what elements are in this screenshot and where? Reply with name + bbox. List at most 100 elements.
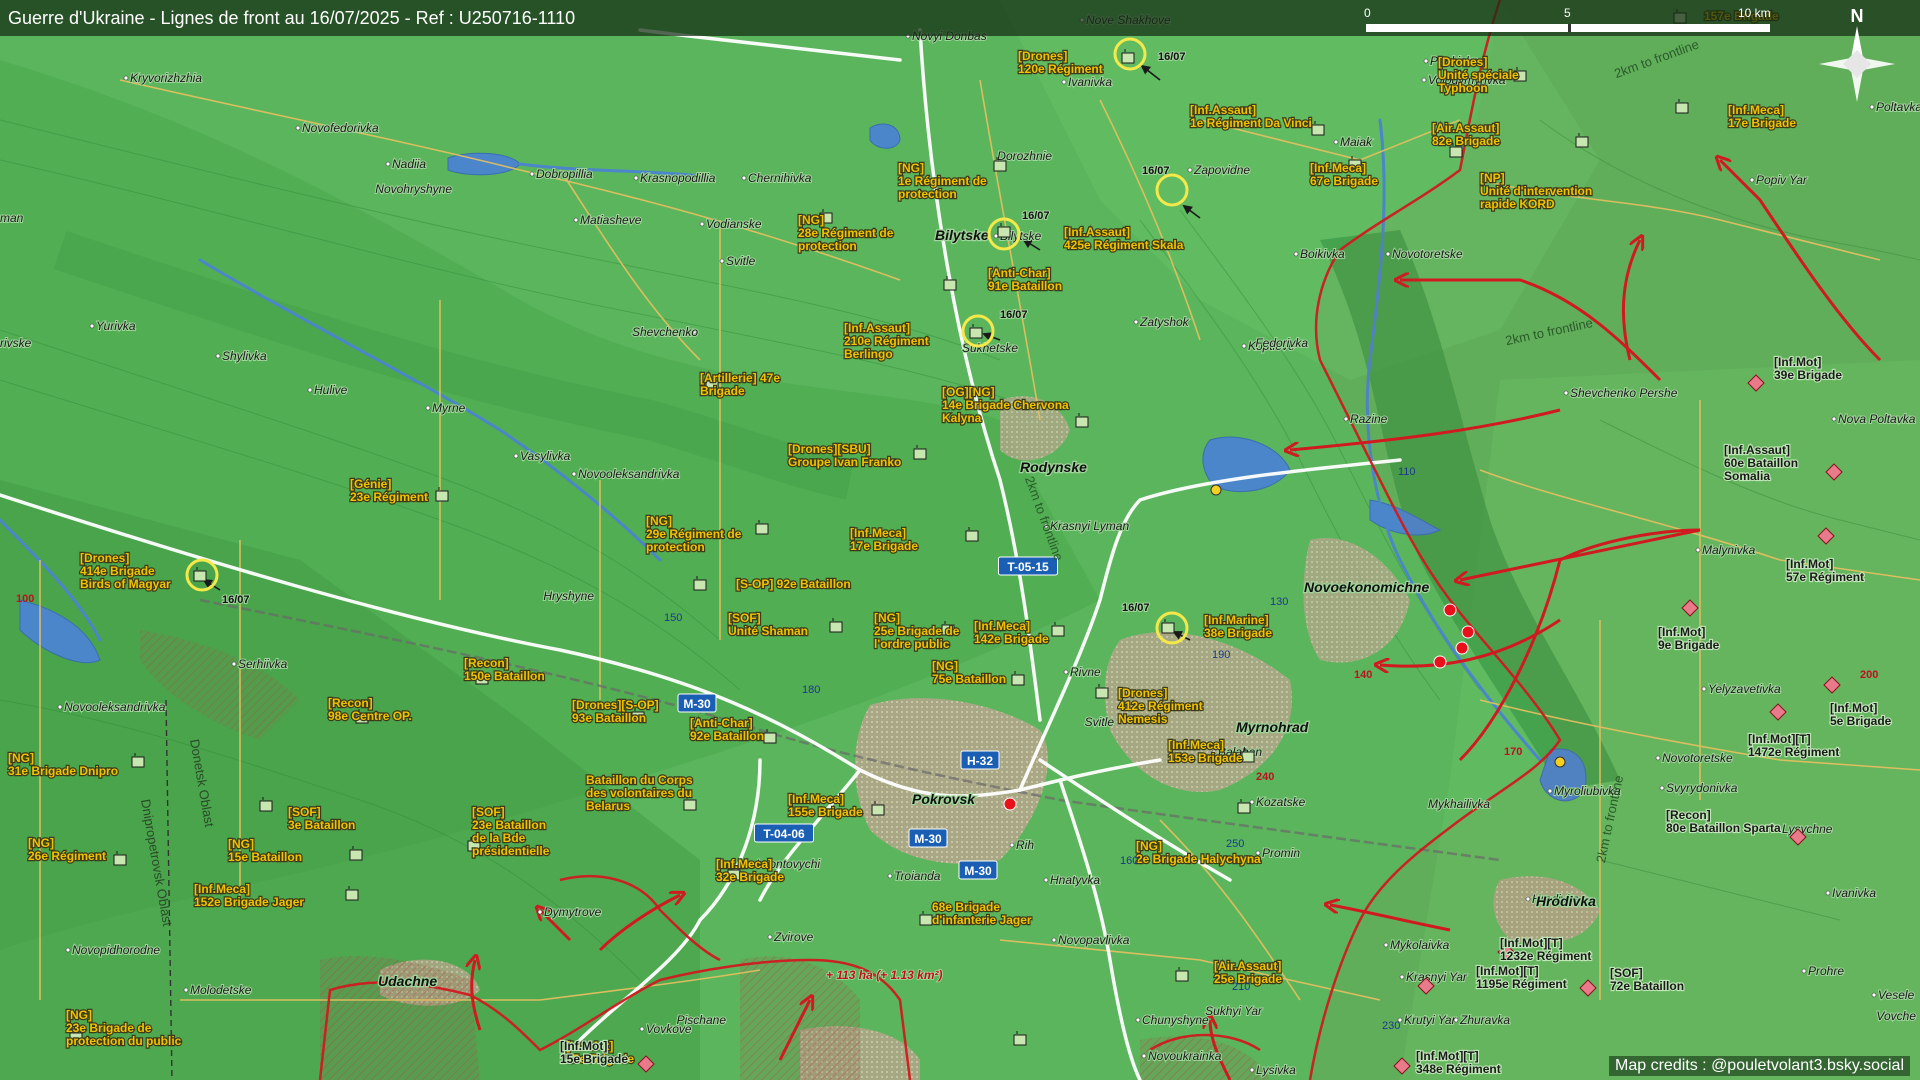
date-stamp: 16/07	[222, 594, 250, 606]
town-label: Fedorivka	[1255, 336, 1308, 350]
city-label: Udachne	[378, 973, 437, 989]
town-label: Popiv Yar	[1756, 173, 1808, 187]
town-dot	[1187, 167, 1193, 173]
town-label: man	[0, 211, 24, 225]
town-dot	[1051, 937, 1057, 943]
red-event-dot	[1433, 655, 1447, 669]
friendly-unit-marker	[1175, 970, 1189, 982]
town-dot	[1525, 896, 1531, 902]
road-shield-label: M-30	[683, 697, 711, 711]
town-label: Razine	[1350, 412, 1388, 426]
territory-gain-note: + 113 ha (+ 1.13 km²)	[826, 968, 943, 982]
town-dot	[887, 873, 893, 879]
friendly-unit-marker	[993, 160, 1007, 172]
town-label: Rih	[1016, 838, 1034, 852]
friendly-unit-marker	[1075, 416, 1089, 428]
scale-bar: 0 5 10 km	[1364, 4, 1776, 34]
town-dot	[767, 934, 773, 940]
date-stamp: 16/07	[1000, 309, 1028, 321]
map-canvas[interactable]: Kryvorizhzhia Novofedorivka Nadiia Novohrys…	[0, 0, 1920, 1080]
town-label: Novoukrainka	[1148, 1049, 1222, 1063]
city-label: Bilytske	[935, 227, 989, 243]
town-label: Lysychne	[1782, 822, 1833, 836]
town-label: Zhuravka	[1459, 1013, 1510, 1027]
town-dot	[1133, 319, 1139, 325]
town-dot	[89, 323, 95, 329]
elevation-value: 230	[1382, 1020, 1400, 1032]
yellow-event-dot	[1210, 484, 1222, 496]
town-label: Zatyshok	[1139, 315, 1190, 329]
friendly-unit-marker	[1011, 674, 1025, 686]
town-label: Zvirove	[773, 930, 814, 944]
town-label: Yelyzavetivka	[1708, 682, 1781, 696]
town-dot	[719, 258, 725, 264]
town-dot	[1423, 58, 1429, 64]
road-shield-label: H-32	[967, 754, 993, 768]
road-shield-label: M-30	[914, 832, 942, 846]
town-dot	[57, 704, 63, 710]
friendly-unit-marker	[113, 854, 127, 866]
town-label: Sukhyi Yar	[1205, 1004, 1263, 1018]
friendly-unit-marker	[1013, 1034, 1027, 1046]
town-label: Chunyshyne	[1142, 1013, 1209, 1027]
friendly-unit-marker	[435, 490, 449, 502]
town-dot	[1135, 1017, 1141, 1023]
town-label: Hnatyvka	[1050, 873, 1100, 887]
elevation-value: 150	[664, 612, 682, 624]
town-dot	[1701, 686, 1707, 692]
town-dot	[1063, 669, 1069, 675]
town-dot	[65, 947, 71, 953]
town-label: Novopidhorodne	[72, 943, 160, 957]
friendly-unit-label: [Drones][S-OP] 93e Bataillon	[572, 698, 659, 725]
date-stamp: 16/07	[1122, 602, 1150, 614]
town-label: Pischane	[677, 1013, 727, 1027]
friendly-unit-marker	[913, 448, 927, 460]
town-dot	[1293, 251, 1299, 257]
map-credits: Map credits : @pouletvolant3.bsky.social	[1609, 1056, 1910, 1076]
elevation-value: 210	[1232, 981, 1250, 993]
town-label: Vovche	[1876, 1009, 1916, 1023]
friendly-unit-marker	[1241, 751, 1255, 763]
friendly-unit-marker	[683, 799, 697, 811]
elevation-value: 180	[802, 684, 820, 696]
friendly-unit-label: [S-OP] 92e Bataillon	[736, 577, 851, 591]
map-title: Guerre d'Ukraine - Lignes de front au 16…	[8, 8, 576, 28]
yellow-event-dot	[1554, 756, 1566, 768]
date-stamp: 16/07	[1022, 210, 1050, 222]
town-label: Vodianske	[706, 217, 762, 231]
friendly-unit-marker	[1121, 52, 1135, 64]
friendly-unit-marker	[1161, 622, 1175, 634]
town-dot	[1547, 788, 1553, 794]
town-dot	[307, 387, 313, 393]
friendly-unit-marker	[943, 279, 957, 291]
town-label: Novooleksandrivka	[64, 700, 166, 714]
town-dot	[1825, 890, 1831, 896]
friendly-unit-marker	[1575, 136, 1589, 148]
town-dot	[699, 221, 705, 227]
date-stamp: 16/07	[1142, 165, 1170, 177]
elevation-value: 200	[1860, 669, 1878, 681]
red-event-dot	[1003, 797, 1017, 811]
elevation-value: 100	[16, 593, 34, 605]
town-dot	[537, 909, 543, 915]
city-label: Myrnohrad	[1236, 719, 1309, 735]
city-label: Rodynske	[1020, 459, 1087, 475]
town-label: Krasnyi Yar	[1406, 970, 1468, 984]
town-label: Matiasheve	[580, 213, 642, 227]
elevation-value: 170	[1504, 746, 1522, 758]
town-dot	[1343, 416, 1349, 422]
town-label: Maiak	[1340, 135, 1373, 149]
town-dot	[1655, 755, 1661, 761]
town-label: Lysivka	[1256, 1063, 1296, 1077]
town-dot	[295, 125, 301, 131]
friendly-unit-marker	[1675, 102, 1689, 114]
town-dot	[231, 661, 237, 667]
town-dot	[1399, 974, 1405, 980]
town-label: Krasnopodillia	[640, 171, 716, 185]
town-label: Myrne	[432, 401, 466, 415]
north-label: N	[1851, 6, 1864, 26]
friendly-unit-marker	[349, 849, 363, 861]
town-label: Nadiia	[392, 157, 426, 171]
friendly-unit-marker	[969, 327, 983, 339]
town-label: Svitle	[1085, 715, 1115, 729]
